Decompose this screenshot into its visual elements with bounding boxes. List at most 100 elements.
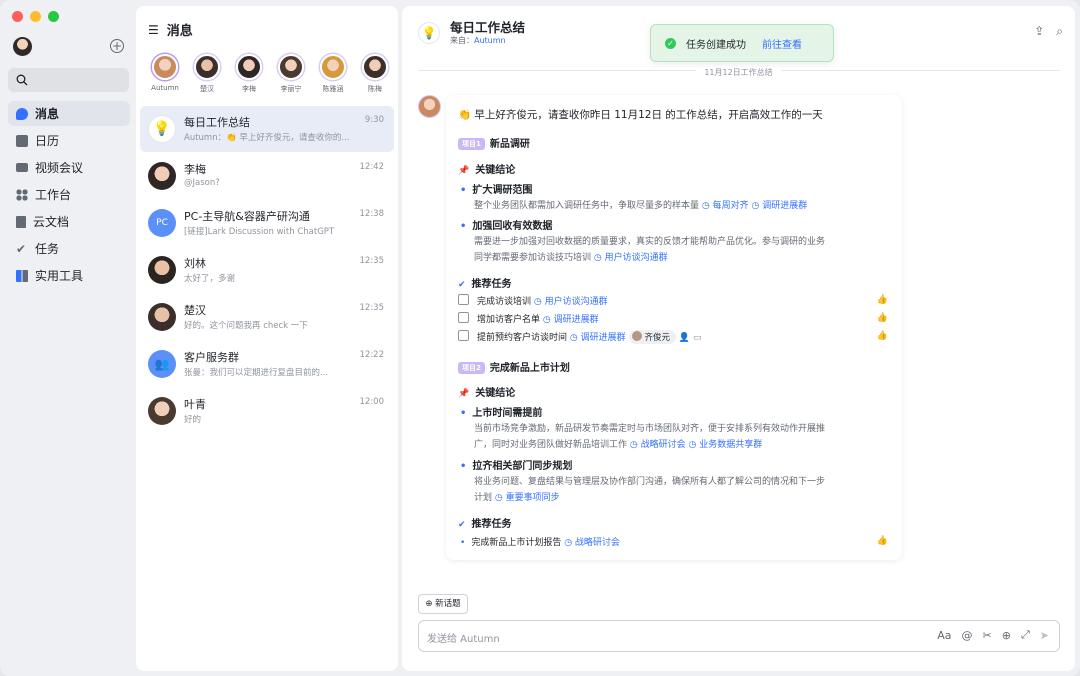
calendar-icon[interactable]: ▭	[693, 333, 702, 343]
scissors-icon[interactable]: ✂	[983, 629, 992, 642]
chat-link[interactable]: ◷ 战略研讨会	[564, 538, 620, 548]
success-toast: ✓ 任务创建成功 前往查看	[650, 24, 834, 62]
nav-item-tools[interactable]: 实用工具	[8, 263, 130, 288]
chat-link[interactable]: ◷ 业务数据共享群	[689, 440, 763, 450]
contact-liliming[interactable]: 李丽宁	[270, 54, 312, 94]
conclusion-text: 整个业务团队都需加入调研任务中，争取尽量多的样本量 ◷ 每周对齐 ◷ 调研进展群	[474, 201, 808, 211]
date-divider-label: 11月12日工作总结	[696, 68, 781, 77]
task-checkbox[interactable]	[458, 294, 469, 305]
task-checkbox[interactable]	[458, 330, 469, 341]
nav-item-label: 日历	[35, 134, 60, 148]
assignee-chip[interactable]: 齐俊元	[628, 330, 677, 344]
conclusion-title: • 上市时间需提前	[460, 408, 543, 419]
avatar	[148, 256, 176, 284]
header-actions: ⇪ ⌕	[1034, 24, 1063, 39]
chat-list-header: ☰ 消息	[148, 20, 193, 40]
avatar	[148, 397, 176, 425]
chat-preview: 好的。这个问题我再 check 一下	[184, 321, 308, 331]
chat-item[interactable]: PC PC-主导航&容器产研沟通 [链接]Lark Discussion wit…	[140, 200, 394, 246]
search-icon[interactable]: ⌕	[1056, 24, 1063, 39]
check-circle-icon: ✓	[665, 37, 676, 49]
key-conclusion-heading: 📌 关键结论	[458, 165, 516, 176]
contact-name: 楚汉	[200, 85, 214, 93]
add-icon[interactable]: +	[110, 39, 124, 53]
user-avatar[interactable]	[13, 37, 32, 56]
chat-link[interactable]: ◷ 战略研讨会	[630, 440, 686, 450]
chat-time: 12:00	[359, 397, 385, 407]
key-conclusion-heading: 📌 关键结论	[458, 388, 516, 399]
chat-time: 9:30	[364, 115, 384, 125]
contact-chenyahan[interactable]: 陈雅涵	[312, 54, 354, 94]
close-window-button[interactable]	[12, 11, 23, 22]
expand-icon[interactable]: ⤢	[1021, 628, 1030, 642]
new-topic-button[interactable]: ⊕ 新话题	[418, 594, 468, 614]
document-icon	[16, 215, 26, 228]
person-icon[interactable]: 👤	[679, 333, 690, 343]
thumbs-up-icon[interactable]: 👍	[877, 313, 888, 323]
nav-item-tasks[interactable]: ✔ 任务	[8, 236, 130, 261]
text-format-icon[interactable]: Aa	[937, 629, 951, 642]
toast-view-link[interactable]: 前往查看	[762, 36, 802, 51]
group-avatar: PC	[148, 209, 176, 237]
chat-link[interactable]: ◷ 每周对齐	[702, 201, 749, 211]
add-circle-icon[interactable]: ⊕	[1002, 629, 1011, 642]
sender-avatar[interactable]	[418, 95, 441, 118]
chat-title: 李梅	[184, 163, 206, 176]
mention-icon[interactable]: @	[962, 629, 973, 642]
chat-bubble-icon	[16, 107, 28, 120]
thumbs-up-icon[interactable]: 👍	[877, 536, 888, 546]
contact-chenmei[interactable]: 陈梅	[354, 54, 396, 94]
search-box[interactable]	[8, 68, 129, 92]
chat-link[interactable]: ◷ 重要事项同步	[495, 493, 560, 503]
chat-time: 12:38	[359, 209, 385, 219]
send-icon[interactable]: ➤	[1040, 629, 1049, 642]
nav-item-calendar[interactable]: 日历	[8, 128, 130, 153]
nav-item-messages[interactable]: 消息	[8, 101, 130, 126]
chat-item[interactable]: 💡 每日工作总结 Autumn：👏 早上好齐俊元，请查收你的... 9:30	[140, 106, 394, 152]
chat-item[interactable]: 👥 客户服务群 张曼：我们可以定期进行复盘目前的... 12:22	[140, 341, 394, 387]
conclusion-text: 当前市场竞争激励，新品研发节奏需定时与市场团队对齐，便于安排系列有效动作开展推	[474, 424, 826, 434]
nav-item-workplace[interactable]: 工作台	[8, 182, 130, 207]
chat-time: 12:35	[359, 256, 385, 266]
chat-item[interactable]: 刘林 太好了，多谢 12:35	[140, 247, 394, 293]
chat-link[interactable]: ◷ 用户访谈沟通群	[594, 253, 668, 263]
chat-link[interactable]: ◷ 调研进展群	[752, 201, 808, 211]
contact-autumn[interactable]: Autumn	[144, 54, 186, 94]
group-icon: 👥	[148, 350, 176, 378]
conclusion-text: 需要进一步加强对回收数据的质量要求，真实的反馈才能帮助产品优化。参与调研的业务	[474, 237, 826, 247]
nav-item-label: 云文档	[33, 215, 70, 229]
contact-limei[interactable]: 李梅	[228, 54, 270, 94]
chat-item[interactable]: 楚汉 好的。这个问题我再 check 一下 12:35	[140, 294, 394, 340]
nav-item-docs[interactable]: 云文档	[8, 209, 130, 234]
source-link[interactable]: Autumn	[474, 36, 506, 45]
chat-link[interactable]: ◷ 调研进展群	[570, 333, 626, 343]
minimize-window-button[interactable]	[30, 11, 41, 22]
task-checkbox[interactable]	[458, 312, 469, 323]
message-input[interactable]: 发送给 Autumn Aa @ ✂ ⊕ ⤢ ➤	[418, 620, 1060, 652]
conversation-panel: 💡 每日工作总结 来自：Autumn ⇪ ⌕ ✓ 任务创建成功 前往查看 11月…	[402, 6, 1075, 671]
thumbs-up-icon[interactable]: 👍	[877, 295, 888, 305]
chat-link[interactable]: ◷ 用户访谈沟通群	[534, 297, 608, 307]
project1-heading: 项目1 新品调研	[458, 135, 530, 150]
check-icon: ✔	[458, 520, 466, 530]
input-toolbar: Aa @ ✂ ⊕ ⤢ ➤	[937, 628, 1049, 642]
share-icon[interactable]: ⇪	[1034, 24, 1044, 39]
thumbs-up-icon[interactable]: 👍	[877, 331, 888, 341]
conclusion-title: • 加强回收有效数据	[460, 221, 553, 232]
bulb-icon: 💡	[148, 115, 176, 143]
avatar	[148, 303, 176, 331]
contact-chuhan[interactable]: 楚汉	[186, 54, 228, 94]
conclusion-title: • 拉齐相关部门同步规划	[460, 461, 573, 472]
chat-title: 楚汉	[184, 304, 206, 317]
chat-item[interactable]: 李梅 @Jason? 12:42	[140, 153, 394, 199]
chat-link[interactable]: ◷ 调研进展群	[543, 315, 599, 325]
task-row: • 完成新品上市计划报告 ◷ 战略研讨会	[460, 538, 620, 548]
list-menu-icon[interactable]: ☰	[148, 23, 159, 37]
contact-name: Autumn	[151, 84, 179, 92]
chat-item[interactable]: 叶青 好的 12:00	[140, 388, 394, 434]
nav-item-video[interactable]: 视频会议	[8, 155, 130, 180]
bulb-icon: 💡	[418, 22, 440, 44]
conclusion-text: 同学都需要参加访谈技巧培训 ◷ 用户访谈沟通群	[474, 253, 668, 263]
chat-preview: @Jason?	[184, 178, 220, 188]
maximize-window-button[interactable]	[48, 11, 59, 22]
